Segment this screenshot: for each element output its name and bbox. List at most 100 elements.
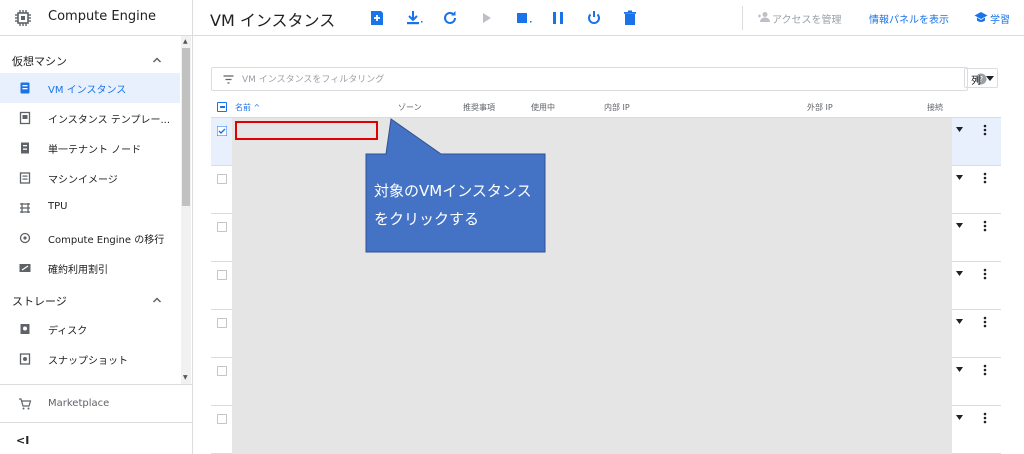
- scroll-up-arrow-icon[interactable]: ▲: [183, 38, 188, 45]
- manage-access-button[interactable]: アクセスを管理: [772, 11, 842, 26]
- select-all-checkbox[interactable]: [217, 102, 227, 112]
- sidebar-item-label: インスタンス テンプレー...: [48, 115, 171, 126]
- compute-engine-chip-icon: [15, 10, 31, 26]
- sidebar-item-instance-templates[interactable]: インスタンス テンプレー...: [0, 103, 180, 133]
- reset-button[interactable]: [584, 8, 604, 28]
- more-vert-icon[interactable]: [983, 124, 987, 136]
- filter-input[interactable]: [242, 72, 942, 87]
- sidebar-item-label: Marketplace: [48, 398, 110, 409]
- column-header-zone[interactable]: ゾーン: [398, 102, 422, 113]
- sidebar-item-snapshots[interactable]: スナップショット: [0, 344, 180, 374]
- machine-image-icon: [19, 172, 31, 184]
- sidebar-item-label: VM インスタンス: [48, 85, 127, 96]
- page-title: VM インスタンス: [210, 11, 336, 30]
- left-nav-sidebar: 仮想マシン VM インスタンス インスタンス テンプレー... 単一テナント ノ…: [0, 36, 193, 454]
- row-checkbox[interactable]: [217, 174, 227, 184]
- caret-down-icon[interactable]: [956, 223, 963, 228]
- caret-down-icon: [986, 76, 994, 81]
- pause-icon: [553, 12, 563, 24]
- toolbar-divider: [742, 6, 743, 30]
- caret-down-icon[interactable]: [956, 271, 963, 276]
- redacted-content-overlay: [232, 118, 952, 454]
- caret-down-icon[interactable]: [956, 367, 963, 372]
- add-box-icon: [371, 11, 383, 25]
- more-vert-icon[interactable]: [983, 364, 987, 376]
- play-icon: [483, 13, 491, 23]
- column-header-recommendation[interactable]: 推奨事項: [463, 102, 495, 113]
- row-checkbox[interactable]: [217, 126, 227, 136]
- columns-button-label: 列: [971, 76, 981, 87]
- sidebar-item-migrate[interactable]: Compute Engine の移行: [0, 223, 180, 253]
- filter-bar[interactable]: [211, 67, 968, 91]
- percent-icon: [19, 264, 31, 272]
- show-info-panel-button[interactable]: 情報パネルを表示: [869, 11, 949, 26]
- sidebar-item-marketplace[interactable]: Marketplace: [0, 391, 193, 417]
- person-add-icon: [758, 12, 770, 22]
- sidebar-item-label: スナップショット: [48, 356, 128, 367]
- section-header-storage[interactable]: ストレージ: [12, 293, 67, 309]
- more-vert-icon[interactable]: [983, 412, 987, 424]
- sidebar-item-label: 単一テナント ノード: [48, 145, 142, 156]
- caret-down-icon[interactable]: [956, 319, 963, 324]
- product-brand[interactable]: Compute Engine: [0, 0, 193, 36]
- sidebar-item-machine-images[interactable]: マシンイメージ: [0, 163, 180, 193]
- scroll-down-arrow-icon[interactable]: ▼: [183, 374, 188, 381]
- collapse-sidebar-icon[interactable]: <I: [16, 434, 29, 447]
- trash-icon: [624, 10, 636, 25]
- row-checkbox[interactable]: [217, 270, 227, 280]
- refresh-button[interactable]: [440, 8, 460, 28]
- pause-button[interactable]: [548, 8, 568, 28]
- more-vert-icon[interactable]: [983, 268, 987, 280]
- target-instance-highlight[interactable]: [235, 121, 378, 140]
- row-checkbox[interactable]: [217, 318, 227, 328]
- more-vert-icon[interactable]: [983, 172, 987, 184]
- sidebar-item-disks[interactable]: ディスク: [0, 314, 180, 344]
- template-icon: [19, 111, 31, 125]
- sidebar-item-committed-use[interactable]: 確約利用割引: [0, 253, 180, 283]
- stop-button[interactable]: [512, 8, 532, 28]
- create-instance-button[interactable]: [367, 8, 387, 28]
- start-button[interactable]: [476, 8, 496, 28]
- sidebar-item-label: マシンイメージ: [48, 175, 118, 186]
- product-name: Compute Engine: [48, 9, 156, 24]
- learn-button[interactable]: 学習: [990, 11, 1010, 26]
- chevron-up-icon[interactable]: [152, 55, 162, 65]
- chevron-up-icon[interactable]: [152, 295, 162, 305]
- caret-down-icon[interactable]: [956, 175, 963, 180]
- column-header-connect[interactable]: 接続: [927, 102, 943, 113]
- columns-button[interactable]: 列: [964, 68, 998, 88]
- column-header-in-use-by[interactable]: 使用中: [531, 102, 555, 113]
- sidebar-item-label: 確約利用割引: [48, 265, 108, 276]
- sidebar-item-tpu[interactable]: TPU: [0, 193, 180, 223]
- sidebar-item-label: ディスク: [48, 326, 88, 337]
- import-vm-button[interactable]: [403, 8, 423, 28]
- row-checkbox[interactable]: [217, 414, 227, 424]
- scrollbar-thumb[interactable]: [182, 48, 190, 206]
- divider: [0, 384, 193, 385]
- sidebar-item-label: TPU: [48, 201, 68, 212]
- callout-text: 対象のVMインスタンスをクリックする: [374, 182, 532, 228]
- power-icon: [588, 11, 600, 24]
- section-header-vm[interactable]: 仮想マシン: [12, 53, 67, 69]
- checkbox-checked-icon: [217, 126, 227, 136]
- more-vert-icon[interactable]: [983, 220, 987, 232]
- caret-down-icon[interactable]: [956, 127, 963, 132]
- column-header-internal-ip[interactable]: 内部 IP: [604, 102, 630, 113]
- sidebar-item-vm-instances[interactable]: VM インスタンス: [0, 73, 180, 103]
- row-checkbox[interactable]: [217, 366, 227, 376]
- sidebar-scrollbar[interactable]: ▲ ▼: [181, 36, 191, 384]
- divider: [0, 422, 193, 423]
- caret-down-icon[interactable]: [956, 415, 963, 420]
- migrate-icon: [19, 232, 31, 244]
- vm-instance-icon: [20, 82, 30, 94]
- row-checkbox[interactable]: [217, 222, 227, 232]
- sidebar-item-sole-tenant-nodes[interactable]: 単一テナント ノード: [0, 133, 180, 163]
- filter-list-icon: [223, 75, 234, 84]
- graduation-cap-icon: [974, 12, 988, 22]
- delete-button[interactable]: [620, 8, 640, 28]
- download-icon: [407, 11, 423, 25]
- more-vert-icon[interactable]: [983, 316, 987, 328]
- tpu-icon: [20, 203, 30, 213]
- column-header-external-ip[interactable]: 外部 IP: [807, 102, 833, 113]
- column-header-name[interactable]: 名前 ^: [235, 102, 260, 113]
